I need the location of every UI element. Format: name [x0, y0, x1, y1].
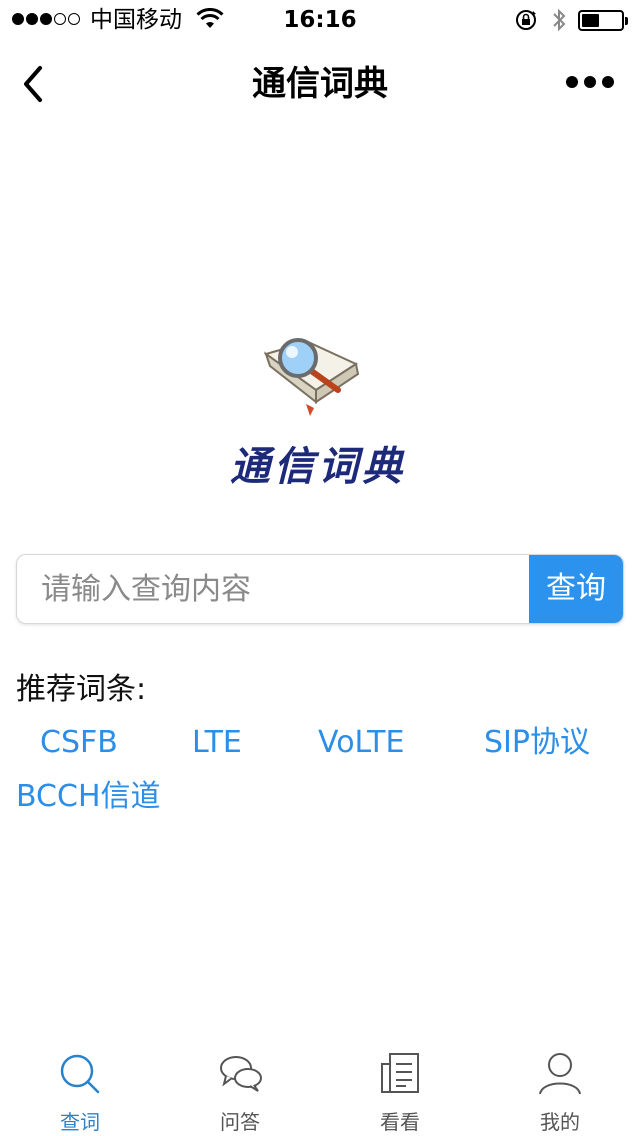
search-icon [60, 1054, 100, 1094]
chat-bubbles-icon [220, 1056, 262, 1092]
more-options-icon[interactable] [566, 76, 614, 88]
tab-label: 看看 [380, 1110, 420, 1134]
app-logo: 通信词典 [218, 318, 418, 490]
recommended-item-csfb[interactable]: CSFB [40, 723, 118, 763]
tab-browse[interactable]: 看看 [320, 1040, 480, 1136]
navigation-bar: 通信词典 [0, 40, 640, 128]
rotation-lock-icon [516, 10, 536, 30]
search-button[interactable]: 查询 [529, 555, 623, 623]
status-bar: 中国移动 16:16 [0, 0, 640, 40]
tab-bar: 查词 问答 看看 我的 [0, 1040, 640, 1136]
tab-lookup[interactable]: 查词 [0, 1040, 160, 1136]
tab-mine[interactable]: 我的 [480, 1040, 640, 1136]
recommended-item-lte[interactable]: LTE [192, 723, 242, 763]
search-box: 查询 [16, 554, 624, 624]
recommended-label: 推荐词条: [16, 672, 147, 707]
recommended-item-sip[interactable]: SIP协议 [484, 723, 590, 763]
tab-label: 查词 [60, 1110, 100, 1134]
person-icon [539, 1053, 581, 1095]
recommended-item-bcch[interactable]: BCCH信道 [16, 777, 161, 817]
battery-icon [578, 10, 628, 31]
book-magnifier-icon [263, 338, 360, 416]
page-title: 通信词典 [252, 64, 388, 104]
tab-label: 问答 [220, 1110, 260, 1134]
logo-wordmark: 通信词典 [230, 443, 406, 490]
clock: 16:16 [283, 7, 357, 33]
bluetooth-icon [553, 8, 566, 32]
search-input[interactable] [17, 555, 531, 623]
tab-label: 我的 [540, 1110, 580, 1134]
tab-qa[interactable]: 问答 [160, 1040, 320, 1136]
recommended-item-volte[interactable]: VoLTE [318, 723, 404, 763]
document-icon [381, 1053, 419, 1093]
